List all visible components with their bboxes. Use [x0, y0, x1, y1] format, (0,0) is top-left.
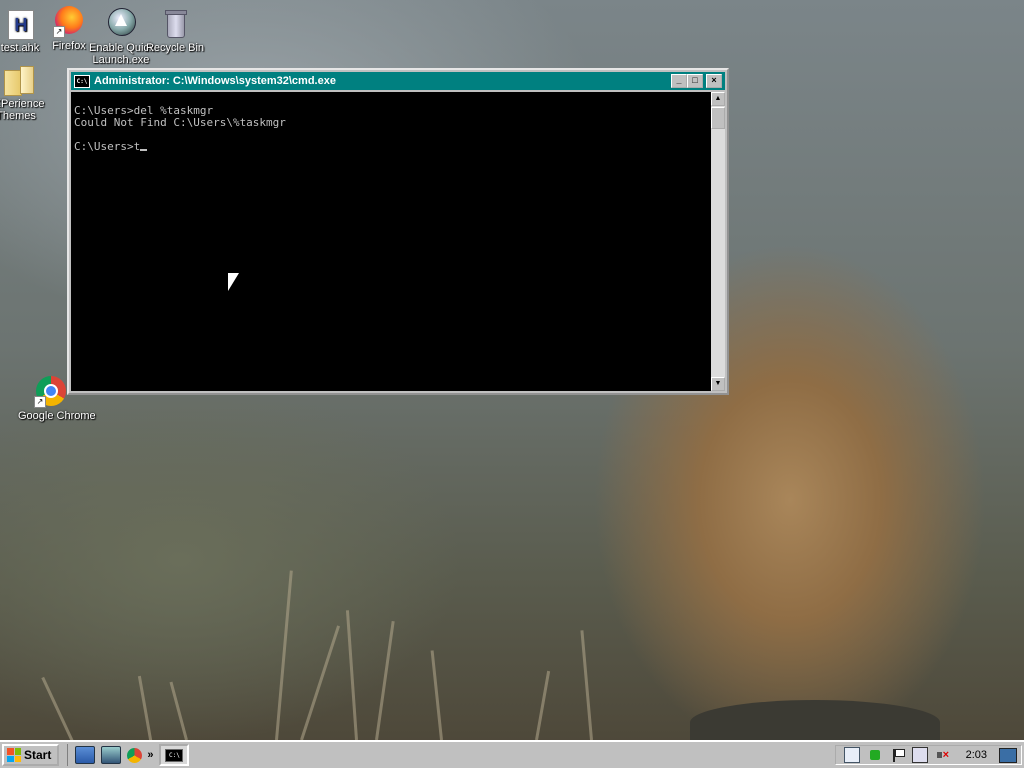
quick-launch-bar: »: [67, 744, 159, 766]
grass-stalk: [300, 625, 341, 741]
grass-stalk: [430, 650, 443, 741]
minimize-button[interactable]: _: [671, 74, 687, 88]
taskbar: Start » C:\ × 2:03: [0, 740, 1024, 768]
maximize-button[interactable]: □: [687, 74, 703, 88]
shortcut-arrow-icon: ↗: [53, 26, 65, 38]
vertical-scrollbar[interactable]: ▲ ▼: [711, 92, 725, 391]
cmd-app-icon[interactable]: C:\: [74, 74, 90, 88]
cmd-window-title: Administrator: C:\Windows\system32\cmd.e…: [94, 75, 336, 87]
chrome-icon: ↗: [34, 376, 66, 408]
network-monitor-icon[interactable]: [911, 747, 928, 763]
cmd-titlebar[interactable]: C:\ Administrator: C:\Windows\system32\c…: [71, 72, 725, 90]
desktop: H test.ahk ↗ Firefox Enable Quick Launch…: [0, 0, 1024, 751]
cmd-window[interactable]: C:\ Administrator: C:\Windows\system32\c…: [67, 68, 729, 395]
text-cursor: [140, 149, 148, 151]
rock: [690, 700, 940, 745]
desktop-icon-label: Google Chrome: [18, 410, 96, 422]
chrome-icon[interactable]: [127, 747, 143, 763]
windows-logo-icon: [7, 748, 21, 762]
start-label: Start: [24, 748, 52, 762]
network-icon[interactable]: [101, 746, 122, 764]
grass-stalk: [275, 570, 293, 741]
flag-icon[interactable]: [890, 748, 905, 762]
show-desktop-icon[interactable]: [75, 746, 96, 764]
console-line: Could Not Find C:\Users\%taskmgr: [74, 116, 286, 129]
desktop-icon-recycle-bin[interactable]: Recycle Bin: [143, 8, 207, 54]
desktop-icon-label: Recycle Bin: [145, 42, 205, 54]
desktop-icon-label: eXPerience Themes: [0, 98, 45, 122]
grass-stalk: [137, 675, 153, 746]
grass-stalk: [375, 620, 395, 741]
mouse-pointer-icon: [228, 273, 239, 291]
scrollbar-thumb[interactable]: [711, 107, 725, 129]
console-prompt-line[interactable]: C:\Users>t: [74, 141, 711, 153]
taskbar-button-cmd[interactable]: C:\: [159, 744, 190, 766]
recycle-bin-icon: [159, 8, 191, 40]
show-desktop-button[interactable]: [999, 747, 1017, 763]
cmd-icon: C:\: [165, 748, 184, 762]
chevron-icon[interactable]: »: [147, 749, 153, 761]
notes-icon[interactable]: [843, 747, 860, 763]
start-button[interactable]: Start: [2, 744, 60, 766]
system-tray: × 2:03: [834, 745, 1022, 765]
scroll-down-arrow-icon[interactable]: ▼: [711, 377, 725, 391]
grass-stalk: [580, 630, 593, 741]
security-check-icon[interactable]: [868, 748, 882, 762]
grass-stalk: [345, 610, 358, 741]
desktop-icon-experience-themes[interactable]: eXPerience Themes: [0, 64, 48, 122]
quick-launch-exe-icon: [105, 8, 137, 40]
console-prompt: C:\Users>t: [74, 140, 141, 153]
close-button[interactable]: ×: [706, 74, 722, 88]
grass-stalk: [535, 670, 551, 741]
console-output[interactable]: C:\Users>del %taskmgr Could Not Find C:\U…: [71, 92, 711, 391]
firefox-icon: ↗: [53, 6, 85, 38]
ahk-file-icon: H: [4, 8, 36, 40]
clock[interactable]: 2:03: [966, 749, 987, 761]
volume-muted-icon[interactable]: ×: [936, 748, 950, 762]
grass-stalk: [169, 681, 188, 741]
shortcut-arrow-icon: ↗: [34, 396, 46, 408]
folder-icon: [0, 64, 34, 96]
scroll-up-arrow-icon[interactable]: ▲: [711, 92, 725, 106]
